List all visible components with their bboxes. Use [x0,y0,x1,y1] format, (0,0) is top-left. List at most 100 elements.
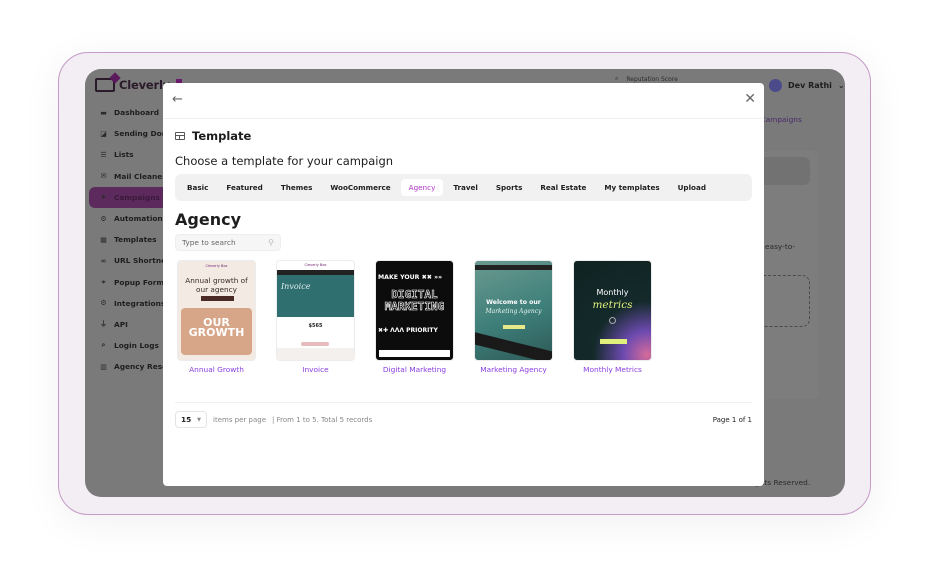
template-name[interactable]: Digital Marketing [375,365,454,374]
sidebar: Cleverly ▬ Dashboard ◪ Sending Dom ☰ Lists … [85,69,182,497]
thumb-image-text: OUR GROWTH [188,316,245,339]
template-name[interactable]: Marketing Agency [474,365,553,374]
thumb-banner: Invoice [277,275,354,317]
tab-my-templates[interactable]: My templates [596,179,667,196]
template-icon [175,132,185,140]
template-thumbnail[interactable]: MAKE YOUR ✖✖ »» DIGITAL MARKETING ✖✚ ΛΛΛ… [375,260,454,361]
sidebar-item-label: Login Logs [114,341,159,351]
thumb-amount: $565 [308,323,323,329]
thumb-bar [475,265,552,270]
thumb-brand: Cleverly Box [304,263,327,267]
template-search: ⚲ [175,234,281,251]
tab-sports[interactable]: Sports [488,179,531,196]
thumb-footer [277,348,354,360]
agency-icon: ▥ [100,362,107,371]
sidebar-item-label: Automations [114,214,168,224]
thumb-headline: Welcome to our [486,299,541,306]
search-icon[interactable]: ⚲ [268,238,274,247]
list-icon: ☰ [100,150,107,159]
modal-header: ← ✕ [163,83,764,119]
section-title: Agency [175,210,241,229]
search-log-icon: ⌕ [101,341,106,350]
template-thumbnail[interactable]: Cleverly Box Annual growth of our agency… [177,260,256,361]
template-modal: ← ✕ Template Choose a template for your … [163,83,764,486]
tab-upload[interactable]: Upload [670,179,714,196]
template-name[interactable]: Monthly Metrics [573,365,652,374]
back-arrow-icon[interactable]: ← [172,92,183,107]
tab-themes[interactable]: Themes [273,179,321,196]
thumb-line-3: ✖✚ ΛΛΛ PRIORITY [378,327,438,334]
thumb-line-1: MAKE YOUR ✖✖ »» [378,274,443,281]
thumb-circle [609,317,616,324]
template-card-digital-marketing[interactable]: MAKE YOUR ✖✖ »» DIGITAL MARKETING ✖✚ ΛΛΛ… [375,260,454,374]
divider [175,402,752,403]
sidebar-item-label: Mail Cleaner [114,171,166,181]
integrations-icon: ⚙ [100,299,107,308]
tab-real-estate[interactable]: Real Estate [532,179,594,196]
thumb-subhead: Marketing Agency [485,308,542,315]
template-card-invoice[interactable]: Cleverly Box Invoice $565 Invoice [276,260,355,374]
template-thumbnail[interactable]: Monthly metrics [573,260,652,361]
per-page-value: 15 [181,415,192,424]
gear-icon: ⚙ [100,214,107,223]
template-name[interactable]: Annual Growth [177,365,256,374]
template-grid: Cleverly Box Annual growth of our agency… [175,260,752,374]
category-tabs: Basic Featured Themes WooCommerce Agency… [175,174,752,201]
sidebar-item-label: URL Shortner [114,256,170,266]
pagination-left: 15 ▼ items per page | From 1 to 5. Total… [175,411,372,428]
domain-icon: ◪ [100,129,107,138]
pagination: 15 ▼ items per page | From 1 to 5. Total… [175,411,752,428]
thumb-brand: Cleverly Box [205,264,228,268]
tab-travel[interactable]: Travel [445,179,486,196]
chevron-down-icon: ⌄ [837,81,845,90]
template-card-marketing-agency[interactable]: Welcome to our Marketing Agency Marketin… [474,260,553,374]
close-icon[interactable]: ✕ [744,91,756,107]
thumb-button [201,296,234,301]
thumb-button [503,325,525,329]
template-thumbnail[interactable]: Cleverly Box Invoice $565 [276,260,355,361]
mail-icon: ✉ [100,172,107,181]
modal-subtitle: Choose a template for your campaign [175,154,394,168]
sidebar-item-label: Integrations [114,298,166,308]
page-info: Page 1 of 1 [712,415,752,424]
popup-icon: ⌖ [101,277,106,286]
tab-featured[interactable]: Featured [218,179,270,196]
send-icon: ➤ [100,193,107,202]
sidebar-item-label: Agency Resel [114,362,170,372]
search-input[interactable] [182,238,262,247]
link-icon: ∞ [100,256,107,265]
template-card-monthly-metrics[interactable]: Monthly metrics Monthly Metrics [573,260,652,374]
per-page-select[interactable]: 15 ▼ [175,411,207,428]
thumb-line-2: DIGITAL MARKETING [384,288,445,313]
template-name[interactable]: Invoice [276,365,355,374]
sidebar-item-label: Dashboard [114,108,160,118]
stage: Cleverly ▬ Dashboard ◪ Sending Dom ☰ Lists … [0,0,929,578]
user-menu[interactable]: Dev Rathi ⌄ [769,79,845,92]
modal-body: Template Choose a template for your camp… [163,129,764,428]
modal-title: Template [192,129,252,143]
reputation-score-label: Reputation Score [626,75,678,83]
sidebar-item-label: Lists [114,150,134,160]
template-thumbnail[interactable]: Welcome to our Marketing Agency [474,260,553,361]
sidebar-item-label: Templates [114,235,157,245]
logo-rocket-icon [95,78,115,92]
search-icon: ⌕ [615,75,619,82]
tab-basic[interactable]: Basic [179,179,216,196]
thumb-image: OUR GROWTH [181,308,252,355]
thumb-subhead: metrics [592,299,633,311]
modal-title-row: Template [175,129,752,143]
records-summary: | From 1 to 5. Total 5 records [272,415,373,424]
tab-agency[interactable]: Agency [400,179,444,196]
per-page-label: items per page [213,415,267,424]
reputation-score-link[interactable]: ⌕ Reputation Score [615,75,678,83]
tab-woocommerce[interactable]: WooCommerce [322,179,398,196]
caret-down-icon: ▼ [197,416,201,423]
plug-icon: ⏚ [100,320,107,329]
background-text: easy-to- [765,242,796,251]
sidebar-item-label: Sending Dom [114,129,170,139]
thumb-headline: Invoice [281,282,311,291]
templates-icon: ▦ [100,235,107,244]
thumb-headline: Monthly [596,288,629,297]
template-card-annual-growth[interactable]: Cleverly Box Annual growth of our agency… [177,260,256,374]
avatar [769,79,782,92]
